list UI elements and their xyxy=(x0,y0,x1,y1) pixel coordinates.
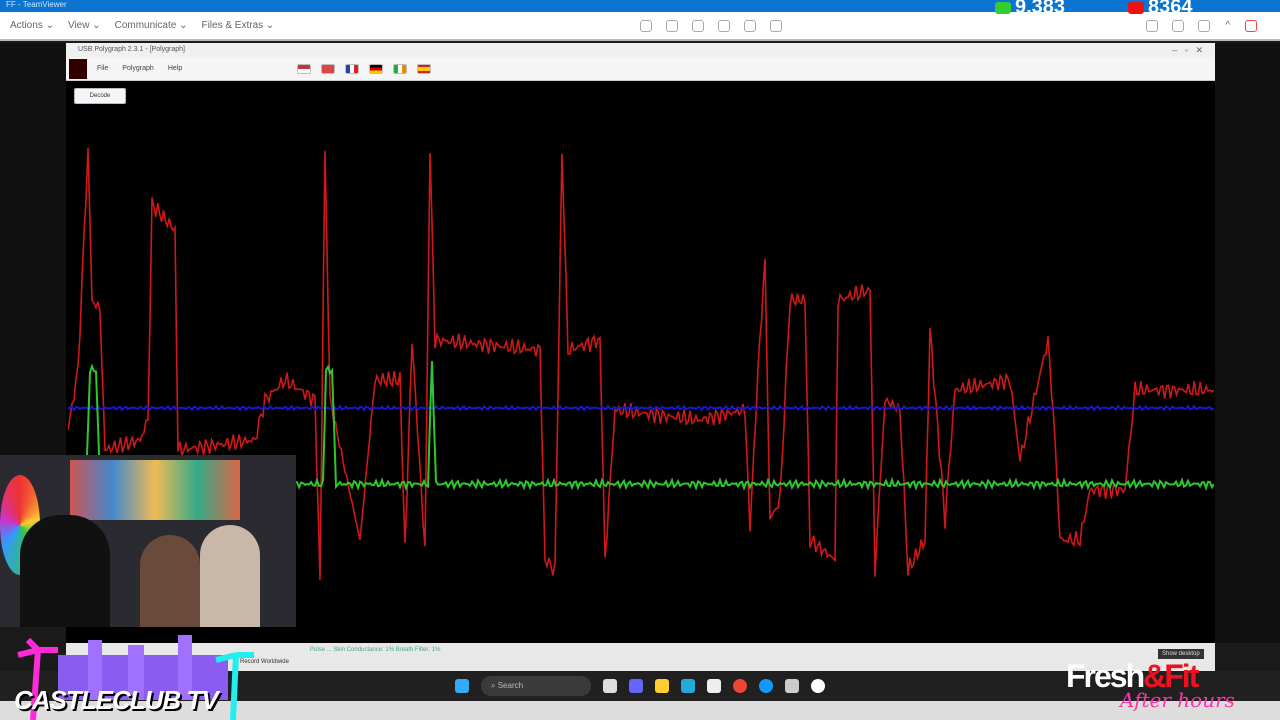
flag-ie-icon[interactable] xyxy=(393,63,408,74)
focus-icon[interactable] xyxy=(1172,19,1185,32)
window-title: FF - TeamViewer xyxy=(6,0,67,9)
teamviewer-icon[interactable] xyxy=(759,679,773,693)
person-2 xyxy=(140,535,200,627)
webcam-overlay xyxy=(0,455,296,627)
menu-files-extras[interactable]: Files & Extras ⌄ xyxy=(201,20,274,31)
chrome-icon[interactable] xyxy=(733,679,747,693)
left-margin xyxy=(0,43,66,458)
chat-icon[interactable] xyxy=(744,19,757,32)
chevron-up-icon[interactable]: ^ xyxy=(1225,20,1230,31)
monitor-icon[interactable] xyxy=(1146,19,1159,32)
castleclub-text: CASTLECLUB TV xyxy=(14,685,219,715)
teamviewer-toolbar: Actions ⌄ View ⌄ Communicate ⌄ Files & E… xyxy=(0,12,1280,41)
poster-wall xyxy=(70,460,240,520)
menu-polygraph[interactable]: Polygraph xyxy=(122,65,154,72)
person-3 xyxy=(200,525,260,627)
after-hours-text: After hours xyxy=(1120,688,1235,712)
flag-uk-icon[interactable] xyxy=(321,63,336,74)
screen-icon[interactable] xyxy=(640,19,653,32)
taskbar-search[interactable]: ⌕ Search xyxy=(481,676,591,696)
chat-app-icon[interactable] xyxy=(811,679,825,693)
app-titlebar: USB Polygraph 2.3.1 - [Polygraph] – ▫ ✕ xyxy=(66,43,1215,57)
green-count-text: 9,383 xyxy=(1015,0,1066,18)
search-label: Search xyxy=(497,681,524,690)
menu-communicate[interactable]: Communicate ⌄ xyxy=(115,20,188,31)
app-icon[interactable] xyxy=(785,679,799,693)
window-titlebar: FF - TeamViewer xyxy=(0,0,1280,12)
youtube-icon xyxy=(1128,1,1144,14)
app-title: USB Polygraph 2.3.1 - [Polygraph] xyxy=(78,46,186,53)
start-icon[interactable] xyxy=(455,679,469,693)
menu-actions[interactable]: Actions ⌄ xyxy=(10,20,54,31)
status-line: Pulse ... Skin Conductance: 1% Breath Fi… xyxy=(310,647,441,653)
flag-fr-icon[interactable] xyxy=(345,63,360,74)
download-icon[interactable] xyxy=(770,19,783,32)
shield-icon[interactable] xyxy=(1245,19,1258,32)
red-viewer-count: 8364 xyxy=(1128,0,1193,19)
explorer-icon[interactable] xyxy=(655,679,669,693)
menu-help[interactable]: Help xyxy=(168,65,182,72)
flag-es-icon[interactable] xyxy=(417,63,432,74)
menu-file[interactable]: File xyxy=(97,65,108,72)
green-viewer-count: 9,383 xyxy=(995,0,1065,19)
camera-icon[interactable] xyxy=(666,19,679,32)
trace-blue xyxy=(68,404,1214,412)
window-controls[interactable]: – ▫ ✕ xyxy=(1172,43,1203,57)
audio-icon[interactable] xyxy=(692,19,705,32)
menu-view[interactable]: View ⌄ xyxy=(68,20,101,31)
fullscreen-icon[interactable] xyxy=(1198,19,1211,32)
rumble-icon xyxy=(995,1,1011,14)
record-icon[interactable] xyxy=(718,19,731,32)
right-margin xyxy=(1215,43,1280,643)
search-icon: ⌕ xyxy=(491,681,498,690)
edge-icon[interactable] xyxy=(681,679,695,693)
person-1 xyxy=(20,515,110,627)
app-menubar: File Polygraph Help xyxy=(66,57,1215,81)
flag-de-icon[interactable] xyxy=(369,63,384,74)
flag-us-icon[interactable] xyxy=(297,63,312,74)
taskview-icon[interactable] xyxy=(603,679,617,693)
teams-icon[interactable] xyxy=(629,679,643,693)
store-icon[interactable] xyxy=(707,679,721,693)
app-logo xyxy=(69,58,87,79)
red-count-text: 8364 xyxy=(1148,0,1193,18)
